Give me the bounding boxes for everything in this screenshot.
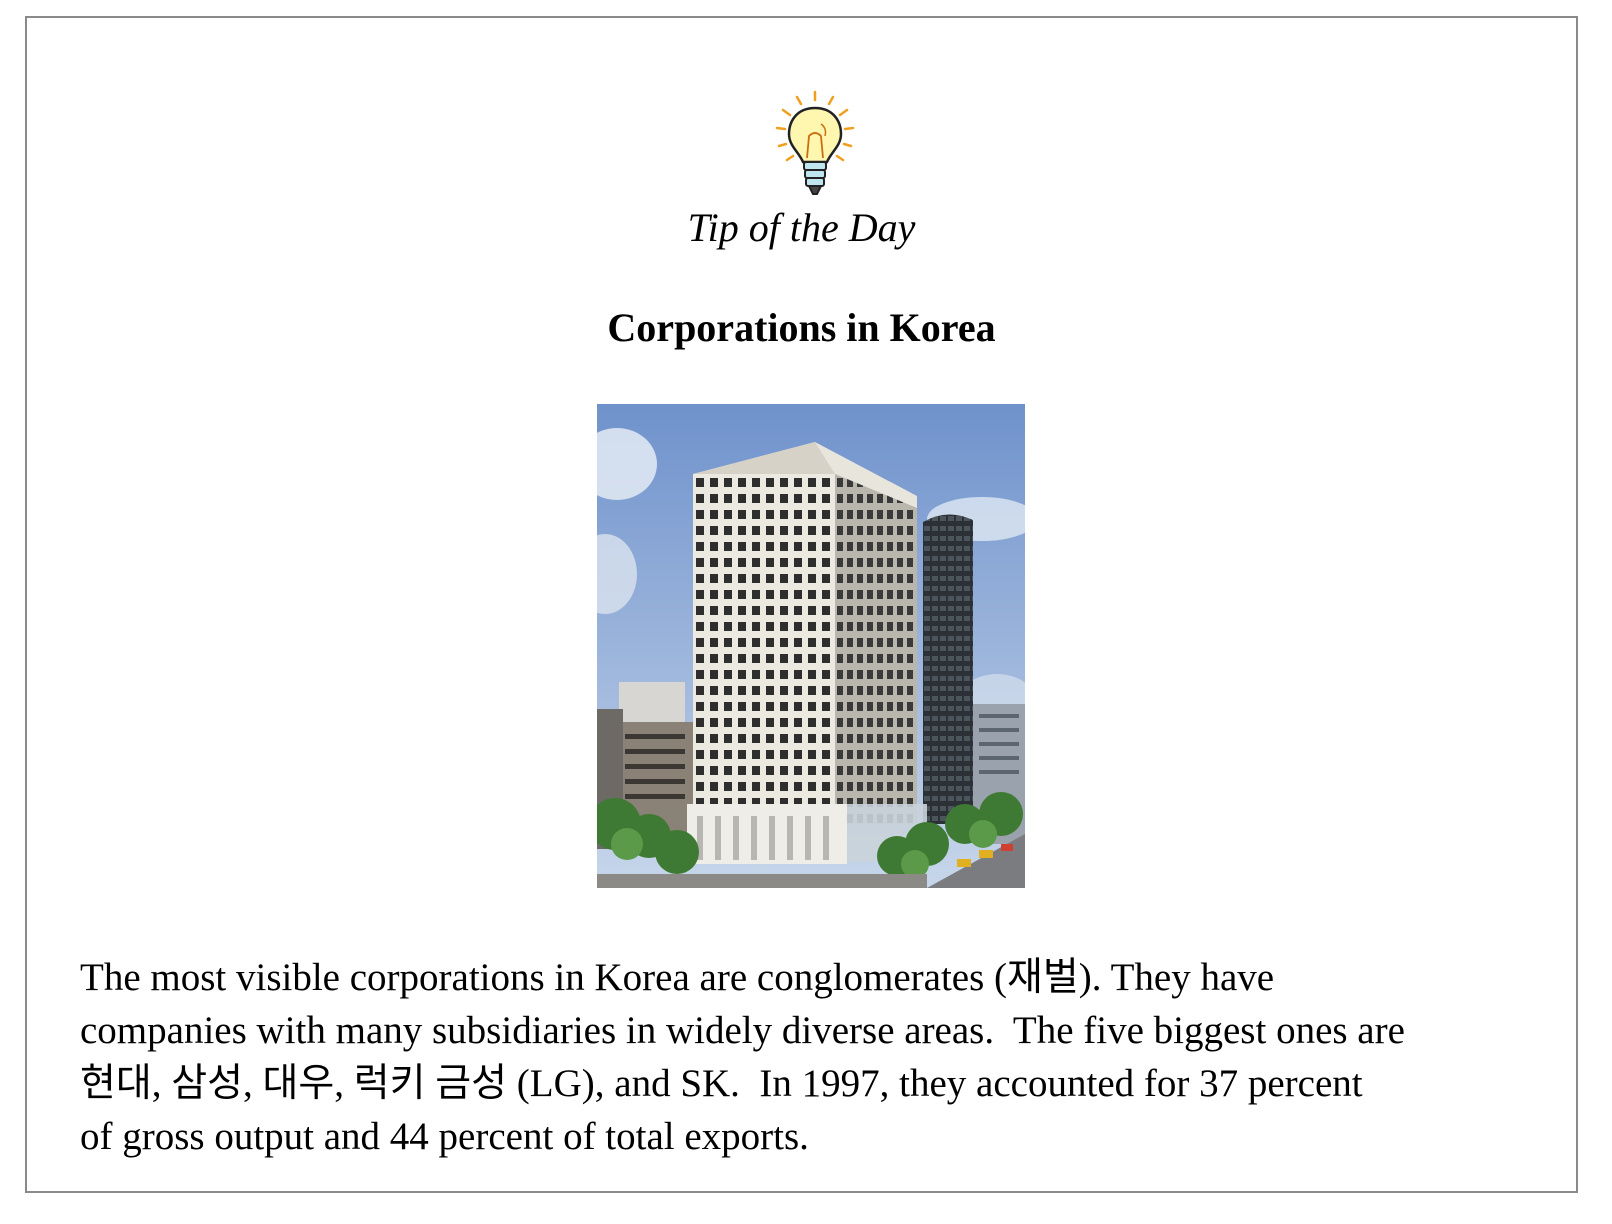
tip-of-the-day-label: Tip of the Day <box>687 205 916 250</box>
lightbulb-icon <box>775 90 855 195</box>
tip-panel: Tip of the Day Corporations in Korea The… <box>25 16 1578 1193</box>
article-title: Corporations in Korea <box>607 305 996 350</box>
article-body: The most visible corporations in Korea a… <box>80 956 1405 1158</box>
office-tower-photo <box>597 404 1025 888</box>
